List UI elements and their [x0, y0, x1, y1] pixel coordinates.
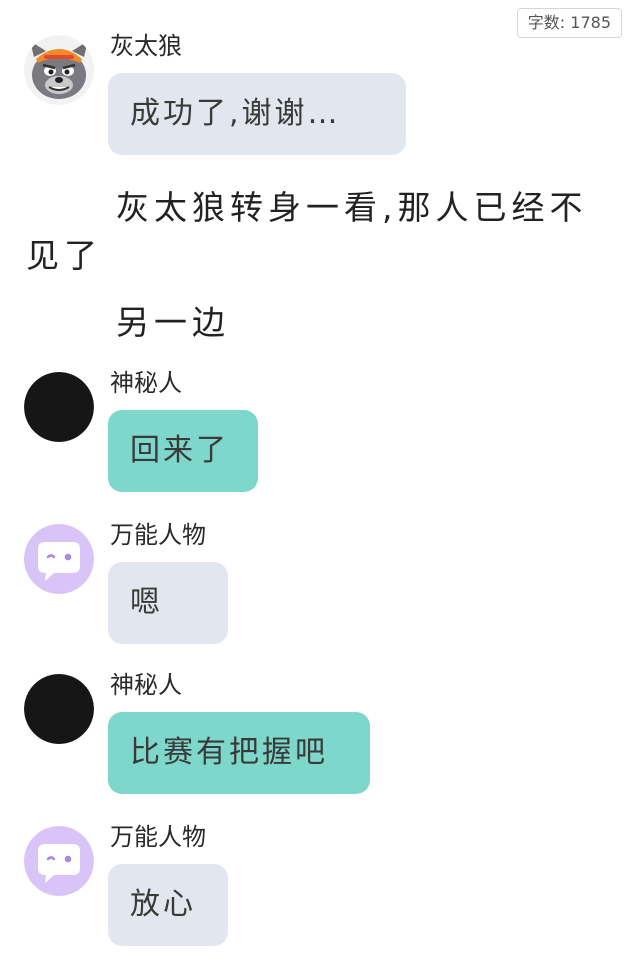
black-circle-avatar-icon[interactable] — [24, 674, 94, 744]
purple-chat-avatar-icon[interactable] — [24, 524, 94, 594]
sender-name: 神秘人 — [110, 671, 182, 699]
purple-chat-avatar-icon[interactable] — [24, 826, 94, 896]
sender-name: 神秘人 — [110, 369, 182, 397]
message-bubble[interactable]: 嗯 — [108, 562, 228, 644]
message-bubble[interactable]: 成功了,谢谢… — [108, 73, 406, 155]
black-circle-avatar-icon[interactable] — [24, 372, 94, 442]
narration-line: 另一边 — [116, 303, 230, 342]
sender-name: 万能人物 — [110, 521, 206, 549]
message-bubble[interactable]: 放心 — [108, 864, 228, 946]
message-bubble[interactable]: 比赛有把握吧 — [108, 712, 370, 794]
narration-line: 灰太狼转身一看,那人已经不 — [116, 188, 588, 227]
sender-name: 灰太狼 — [110, 32, 182, 60]
word-count-badge: 字数: 1785 — [516, 8, 622, 38]
word-count-label: 字数: — [527, 13, 566, 32]
word-count-value: 1785 — [570, 13, 611, 32]
wolf-avatar-icon[interactable] — [24, 35, 94, 105]
message-bubble[interactable]: 回来了 — [108, 410, 258, 492]
sender-name: 万能人物 — [110, 823, 206, 851]
narration-line: 见了 — [26, 236, 102, 275]
